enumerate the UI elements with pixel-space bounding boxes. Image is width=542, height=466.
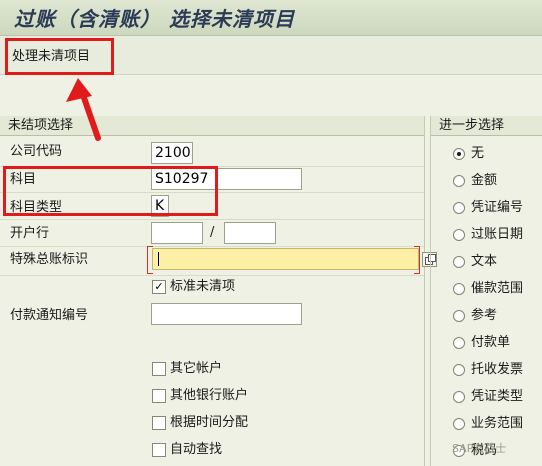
radio-option-label: 付款单 [471,335,511,350]
standard-open-items-checkbox[interactable]: ✓ [152,280,166,294]
window-title: 过账（含清账） 选择未清项目 [14,7,295,31]
other-accounts-label: 其它帐户 [170,361,223,376]
radio-option[interactable] [453,175,465,187]
radio-option-label: 参考 [471,308,498,323]
payment-advice-label: 付款通知编号 [10,308,89,323]
annotation-box-toolbar [5,38,114,75]
title-bar: 过账（含清账） 选择未清项目 [0,0,542,36]
radio-option-label: 无 [471,146,485,161]
special-gl-indicator-field[interactable] [152,248,419,270]
radio-option[interactable] [453,283,465,295]
radio-option[interactable] [453,202,465,214]
divider [0,246,424,247]
house-bank-label: 开户行 [10,226,50,241]
radio-option-label: 托收发票 [471,362,524,377]
standard-open-items-label: 标准未清项 [170,279,236,294]
radio-option[interactable] [453,418,465,430]
distribute-by-age-checkbox[interactable] [152,416,166,430]
focus-bracket-right [414,246,420,274]
radio-option-label: 凭证类型 [471,389,524,404]
other-accounts-checkbox[interactable] [152,362,166,376]
radio-option[interactable] [453,364,465,376]
divider [0,275,424,276]
radio-option[interactable] [453,256,465,268]
radio-option-label: 金额 [471,173,498,188]
payment-advice-field[interactable] [151,303,302,325]
radio-option-label: 过账日期 [471,227,524,242]
account-id-field[interactable] [224,222,276,244]
radio-option[interactable] [453,337,465,349]
other-bank-accounts-checkbox[interactable] [152,389,166,403]
company-code-label: 公司代码 [10,144,63,159]
radio-option[interactable] [453,391,465,403]
special-gl-indicator-label: 特殊总账标识 [10,252,89,267]
divider [0,219,424,220]
distribute-by-age-label: 根据时间分配 [170,415,249,430]
house-bank-separator: / [210,225,215,240]
watermark: SAP玄战士 [452,442,507,455]
radio-option[interactable] [453,148,465,160]
annotation-box-account [3,166,218,216]
house-bank-field[interactable] [151,222,203,244]
radio-option-label: 文本 [471,254,498,269]
auto-search-checkbox[interactable] [152,443,166,457]
auto-search-label: 自动查找 [170,442,223,457]
annotation-arrow-icon [66,78,101,141]
radio-option[interactable] [453,310,465,322]
radio-option[interactable] [453,229,465,241]
company-code-field[interactable]: 2100 [151,142,193,164]
radio-option-label: 业务范围 [471,416,524,431]
radio-option-label: 催款范围 [471,281,524,296]
further-selection-group: 进一步选择 无金额凭证编号过账日期文本催款范围参考付款单托收发票凭证类型业务范围… [430,116,542,466]
text-caret [158,252,159,266]
radio-option-label: 凭证编号 [471,200,524,215]
further-selection-header: 进一步选择 [431,116,542,136]
other-bank-accounts-label: 其他银行账户 [170,388,249,403]
